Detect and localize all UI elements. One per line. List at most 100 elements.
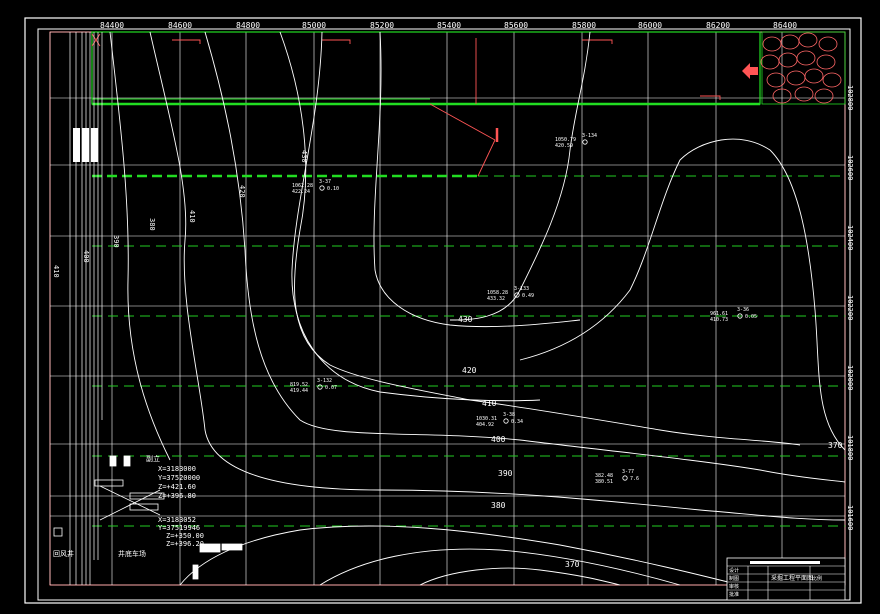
rock-symbol <box>818 36 838 52</box>
svg-text:Z=+396.20: Z=+396.20 <box>166 540 204 548</box>
outer-frame <box>24 17 862 604</box>
top-coordinate-label: 86200 <box>706 21 730 30</box>
top-coordinate-label: 85400 <box>437 21 461 30</box>
borehole-id: 3-38 <box>503 412 515 418</box>
svg-text:Y=37520000: Y=37520000 <box>158 474 200 482</box>
borehole-value: 419.44 <box>290 388 308 394</box>
rock-symbol <box>762 36 782 52</box>
title-block: 采掘工程平面图 设计 制图 审核 批准 比例 <box>726 557 846 601</box>
svg-text:Y=37519946: Y=37519946 <box>158 524 200 532</box>
right-coordinate-label: 102800 <box>846 85 854 110</box>
title-block-title: 采掘工程平面图 <box>771 574 813 582</box>
roadway-main[interactable] <box>91 31 761 106</box>
right-coordinate-label: 101600 <box>846 505 854 530</box>
right-coordinate-label: 102600 <box>846 155 854 180</box>
cad-drawing-canvas[interactable]: 84400 84600 84800 85000 85200 85400 85600 85800… <box>0 0 880 614</box>
svg-text:回风井: 回风井 <box>53 549 74 558</box>
borehole-id: 3-77 <box>622 469 634 475</box>
rock-symbol <box>814 88 834 104</box>
svg-text:430: 430 <box>458 315 473 324</box>
svg-text:井底车场: 井底车场 <box>118 549 146 558</box>
svg-text:430: 430 <box>300 150 308 163</box>
svg-text:制图: 制图 <box>729 575 739 582</box>
svg-text:390: 390 <box>498 469 513 478</box>
rock-hatch-area <box>760 31 846 105</box>
rock-symbol <box>794 86 814 102</box>
svg-text:X=3183052: X=3183052 <box>158 516 196 524</box>
borehole[interactable]: 3-36961.61410.73 0.05 <box>710 307 757 323</box>
borehole-value: 0.10 <box>327 186 339 192</box>
svg-text:410: 410 <box>52 265 60 278</box>
borehole-icon <box>503 418 509 424</box>
rock-symbol <box>796 50 816 66</box>
borehole-id: 3-133 <box>514 286 529 292</box>
rock-symbol <box>786 70 806 86</box>
right-coordinate-label: 102000 <box>846 365 854 390</box>
rock-symbol <box>816 54 836 70</box>
borehole-value: 380.51 <box>595 479 613 485</box>
borehole-value: 0.34 <box>511 419 523 425</box>
svg-text:370: 370 <box>565 560 580 569</box>
svg-text:Z=+350.00: Z=+350.00 <box>166 532 204 540</box>
top-coordinate-label: 85600 <box>504 21 528 30</box>
svg-text:Z=+421.60: Z=+421.60 <box>158 483 196 491</box>
svg-text:420: 420 <box>238 185 246 198</box>
borehole-icon <box>622 475 628 481</box>
borehole-value: 0.49 <box>522 293 534 299</box>
direction-arrow-icon <box>742 63 758 79</box>
left-stack-labels <box>73 128 98 162</box>
svg-text:390: 390 <box>112 235 120 248</box>
borehole[interactable]: 3-77382.48380.51 7.6 <box>595 469 639 485</box>
top-coordinate-label: 84400 <box>100 21 124 30</box>
rock-symbol <box>822 72 842 88</box>
top-coordinate-label: 86000 <box>638 21 662 30</box>
inner-frame <box>37 28 851 601</box>
borehole-id: 3-36 <box>737 307 749 313</box>
contour-lines[interactable] <box>109 31 846 586</box>
svg-text:X=3183000: X=3183000 <box>158 465 196 473</box>
rock-symbol <box>798 32 818 48</box>
right-coordinate-label: 102400 <box>846 225 854 250</box>
contour-value-labels: 430 420 410 400 390 380 370 370 <box>458 315 843 569</box>
borehole[interactable]: 3-371062.28422.24 0.10 <box>292 179 339 195</box>
borehole[interactable]: 3-381030.31404.92 0.34 <box>476 412 523 428</box>
svg-text:400: 400 <box>491 435 506 444</box>
shaft-column <box>69 32 103 585</box>
borehole-icon <box>582 139 588 145</box>
borehole-id: 3-134 <box>582 133 597 139</box>
svg-text:370: 370 <box>828 441 843 450</box>
svg-text:400: 400 <box>82 250 90 263</box>
rock-symbol <box>780 34 800 50</box>
borehole-value: 0.05 <box>745 314 757 320</box>
svg-text:比例: 比例 <box>812 575 822 582</box>
borehole-value: 410.73 <box>710 317 728 323</box>
borehole-icon <box>319 185 325 191</box>
top-coordinate-label: 86400 <box>773 21 797 30</box>
svg-text:380: 380 <box>148 218 156 231</box>
svg-text:设计: 设计 <box>729 567 739 574</box>
borehole[interactable]: 3-1331058.28433.32 0.49 <box>487 286 534 302</box>
borehole[interactable]: 3-1341050.79420.59 <box>555 133 597 149</box>
borehole-value: 422.24 <box>292 189 310 195</box>
right-coordinate-label: 101800 <box>846 435 854 460</box>
borehole-id: 3-37 <box>319 179 331 185</box>
borehole-value: 404.92 <box>476 422 494 428</box>
borehole-value: 7.6 <box>630 476 639 482</box>
borehole-value: 420.59 <box>555 143 573 149</box>
svg-text:410: 410 <box>188 210 196 223</box>
top-coordinate-label: 85800 <box>572 21 596 30</box>
borehole-icon <box>317 384 323 390</box>
svg-text:副立: 副立 <box>146 454 160 463</box>
borehole-id: 3-132 <box>317 378 332 384</box>
svg-text:批准: 批准 <box>729 591 739 598</box>
borehole-value: 433.32 <box>487 296 505 302</box>
svg-text:410: 410 <box>482 399 497 408</box>
planned-roadways-dashed <box>92 175 845 527</box>
top-coordinate-label: 85000 <box>302 21 326 30</box>
svg-text:420: 420 <box>462 366 477 375</box>
right-coordinate-label: 102200 <box>846 295 854 320</box>
rock-symbol <box>760 54 780 70</box>
borehole[interactable]: 3-132819.52419.44 0.07 <box>290 378 337 394</box>
svg-text:380: 380 <box>491 501 506 510</box>
top-coordinate-label: 85200 <box>370 21 394 30</box>
